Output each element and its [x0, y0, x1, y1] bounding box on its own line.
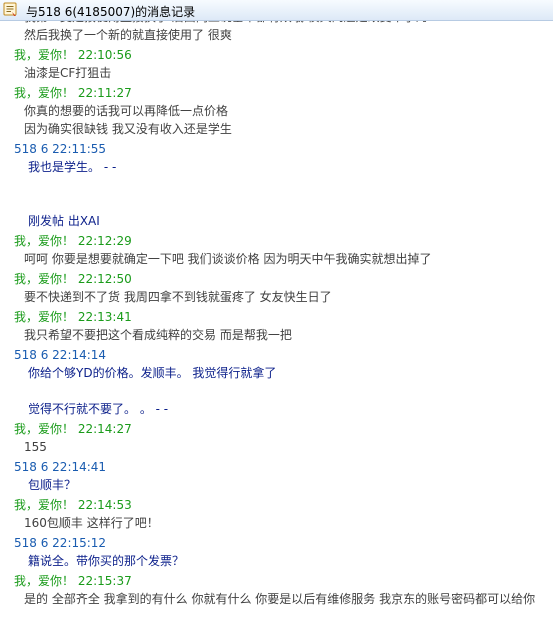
message-line: 然后我换了一个新的就直接使用了 很爽 [24, 28, 232, 42]
message: 我，爱你！ 22:10:56 油漆是CF打狙击 [0, 46, 553, 82]
message-line: 要不快递到不了货 我周四拿不到钱就蛋疼了 女友快生日了 [24, 290, 332, 304]
message-header: 我，爱你！ 22:12:29 [14, 234, 132, 248]
message-line: 是的 全部齐全 我拿到的有什么 你就有什么 你要是以后有维修服务 我京东的账号密… [24, 592, 536, 606]
message-header: 518 6 22:14:14 [14, 348, 107, 362]
message-header: 518 6 22:11:55 [14, 142, 107, 156]
chat-history-icon [3, 2, 18, 17]
message-header: 518 6 22:14:41 [14, 460, 107, 474]
message: 518 6 22:11:55 我也是学生。 - - 刚发帖 出XAI [0, 140, 553, 230]
message: 我，爱你！ 22:11:27 你真的想要的话我可以再降低一点价格 因为确实很缺钱 我… [0, 84, 553, 138]
message: 我，爱你！ 22:14:53 160包顺丰 这样行了吧！ [0, 496, 553, 532]
message-line: 我也是学生。 - - [28, 160, 117, 174]
message-line: 155 [24, 440, 47, 454]
window-title: 与518 6(4185007)的消息记录 [26, 5, 196, 19]
message-line: 我只希望不要把这个看成纯粹的交易 而是帮我一把 [24, 328, 292, 342]
message-line [0, 382, 553, 400]
message-line: 你给个够YD的价格。发顺丰。 我觉得行就拿了 [28, 366, 277, 380]
message-line: 160包顺丰 这样行了吧！ [24, 516, 159, 530]
message: 我，爱你！ 22:14:27 155 [0, 420, 553, 456]
message-header: 我，爱你！ 22:14:27 [14, 422, 132, 436]
message: 我，爱你！ 22:15:37 是的 全部齐全 我拿到的有什么 你就有什么 你要是以… [0, 572, 553, 608]
message-header: 我，爱你！ 22:13:41 [14, 310, 132, 324]
message-line: 油漆是CF打狙击 [24, 66, 112, 80]
message: 我，爱你！ 22:12:50 要不快递到不了货 我周四拿不到钱就蛋疼了 女友快生日… [0, 270, 553, 306]
message-list-content: 我第一支是按便角直接换了 后面网上说基本都有双哦 模具问题是改变不了的然后我换了… [0, 20, 553, 610]
message-line: 你真的想要的话我可以再降低一点价格 [24, 104, 229, 118]
message-header: 我，爱你！ 22:14:53 [14, 498, 132, 512]
message-line [0, 194, 553, 212]
message-header: 我，爱你！ 22:15:37 [14, 574, 132, 588]
message: 我，爱你！ 22:12:29 呵呵 你要是想要就确定一下吧 我们谈谈价格 因为明天… [0, 232, 553, 268]
message-header: 我，爱你！ 22:12:50 [14, 272, 132, 286]
message-line: 籍说全。带你买的那个发票？ [28, 554, 185, 568]
message-header: 我，爱你！ 22:11:27 [14, 86, 132, 100]
message-line: 觉得不行就不要了。 。 - - [28, 402, 169, 416]
message: 518 6 22:14:41 包顺丰？ [0, 458, 553, 494]
message-line [0, 176, 553, 194]
message-line: 呵呵 你要是想要就确定一下吧 我们谈谈价格 因为明天中午我确实就想出掉了 [24, 252, 432, 266]
message-list[interactable]: 我第一支是按便角直接换了 后面网上说基本都有双哦 模具问题是改变不了的然后我换了… [0, 20, 553, 635]
message-line: 包顺丰？ [28, 478, 77, 492]
message: 我，爱你！ 22:13:41 我只希望不要把这个看成纯粹的交易 而是帮我一把 [0, 308, 553, 344]
title-bar: 与518 6(4185007)的消息记录 [0, 0, 553, 21]
message: 518 6 22:14:14 你给个够YD的价格。发顺丰。 我觉得行就拿了 觉得不行… [0, 346, 553, 418]
message: 518 6 22:15:12 籍说全。带你买的那个发票？ [0, 534, 553, 570]
message: 我第一支是按便角直接换了 后面网上说基本都有双哦 模具问题是改变不了的然后我换了… [0, 20, 553, 44]
message-line: 刚发帖 出XAI [28, 214, 100, 228]
message-header: 518 6 22:15:12 [14, 536, 107, 550]
message-line: 因为确实很缺钱 我又没有收入还是学生 [24, 122, 232, 136]
message-header: 我，爱你！ 22:10:56 [14, 48, 132, 62]
